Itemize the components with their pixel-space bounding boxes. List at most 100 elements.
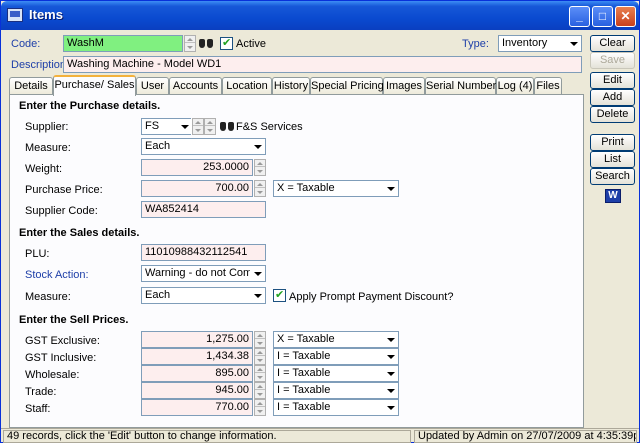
measure-label: Measure: [25, 142, 71, 154]
trade-tax-select[interactable]: I = Taxable [273, 382, 399, 399]
window-title: Items [29, 7, 63, 22]
staff-input[interactable]: 770.00 [141, 399, 253, 416]
trade-label: Trade: [25, 386, 57, 398]
chevron-down-icon [250, 266, 265, 281]
tab-purchase-sales[interactable]: Purchase/ Sales [53, 75, 136, 96]
tab-bar: Details Purchase/ Sales User Accounts Lo… [9, 75, 562, 96]
tab-history[interactable]: History [272, 77, 310, 95]
supplier-code-input[interactable]: WA852414 [141, 201, 266, 218]
chevron-down-icon [383, 366, 398, 381]
tab-accounts[interactable]: Accounts [169, 77, 222, 95]
tab-images[interactable]: Images [383, 77, 425, 95]
tab-special-pricing[interactable]: Special Pricing [310, 77, 384, 95]
chevron-down-icon [383, 400, 398, 415]
prompt-discount-checkbox[interactable] [273, 288, 286, 302]
gst-exclusive-tax-select[interactable]: X = Taxable [273, 331, 399, 348]
tab-location[interactable]: Location [222, 77, 272, 95]
supplier-name: F&S Services [236, 121, 303, 133]
weight-spinner[interactable] [254, 159, 266, 176]
supplier-code-label: Supplier Code: [25, 205, 98, 217]
measure-value: Each [145, 140, 171, 152]
gst-exclusive-label: GST Exclusive: [25, 335, 100, 347]
chevron-down-icon [566, 36, 581, 51]
list-button[interactable]: List [590, 151, 635, 168]
weight-input[interactable]: 253.0000 [141, 159, 253, 176]
minimize-icon[interactable]: _ [569, 6, 590, 27]
status-bar: 49 records, click the 'Edit' button to c… [1, 428, 639, 443]
purchase-tax-select[interactable]: X = Taxable [273, 180, 399, 197]
tab-details[interactable]: Details [9, 77, 53, 95]
plu-input[interactable]: 11010988432112541 [141, 244, 266, 261]
active-checkbox[interactable] [220, 36, 233, 50]
purchase-heading: Enter the Purchase details. [19, 100, 161, 112]
purchase-tax-value: X = Taxable [277, 182, 335, 194]
code-input[interactable]: WashM [63, 35, 183, 52]
sales-measure-value: Each [145, 289, 171, 301]
app-icon [7, 8, 23, 22]
maximize-icon[interactable]: □ [592, 6, 613, 27]
tab-serial-numbers[interactable]: Serial Numbers [425, 77, 502, 95]
purchase-price-label: Purchase Price: [25, 184, 103, 196]
description-input[interactable]: Washing Machine - Model WD1 [63, 56, 582, 73]
sell-heading: Enter the Sell Prices. [19, 314, 129, 326]
trade-tax: I = Taxable [277, 384, 331, 396]
supplier-spinner[interactable] [192, 118, 204, 135]
search-button[interactable]: Search [590, 168, 635, 185]
gst-exclusive-input[interactable]: 1,275.00 [141, 331, 253, 348]
gst-inclusive-label: GST Inclusive: [25, 352, 97, 364]
chevron-down-icon [250, 139, 265, 154]
gst-inclusive-tax-select[interactable]: I = Taxable [273, 348, 399, 365]
status-records: 49 records, click the 'Edit' button to c… [3, 430, 411, 443]
active-label: Active [236, 38, 266, 50]
staff-tax-select[interactable]: I = Taxable [273, 399, 399, 416]
tab-files[interactable]: Files [534, 77, 562, 95]
code-label: Code: [11, 38, 41, 50]
sales-measure-select[interactable]: Each [141, 287, 266, 304]
wholesale-input[interactable]: 895.00 [141, 365, 253, 382]
title-bar[interactable]: Items _ □ ✕ [1, 1, 639, 30]
sales-measure-label: Measure: [25, 291, 71, 303]
stock-action-label: Stock Action: [25, 269, 89, 281]
edit-button[interactable]: Edit [590, 72, 635, 89]
wholesale-tax-select[interactable]: I = Taxable [273, 365, 399, 382]
gst-inclusive-input[interactable]: 1,434.38 [141, 348, 253, 365]
type-select[interactable]: Inventory [498, 35, 582, 52]
word-export-icon[interactable]: W [605, 189, 621, 203]
trade-spinner[interactable] [254, 382, 266, 399]
chevron-down-icon [383, 332, 398, 347]
gst-exclusive-tax: X = Taxable [277, 333, 335, 345]
stock-action-value: Warning - do not Commit [145, 267, 266, 279]
wholesale-spinner[interactable] [254, 365, 266, 382]
print-button[interactable]: Print [590, 134, 635, 151]
chevron-down-icon[interactable] [177, 119, 192, 134]
type-value: Inventory [502, 37, 548, 49]
prompt-discount-label: Apply Prompt Payment Discount? [289, 291, 454, 303]
stock-action-select[interactable]: Warning - do not Commit [141, 265, 266, 282]
trade-input[interactable]: 945.00 [141, 382, 253, 399]
gst-exclusive-spinner[interactable] [254, 331, 266, 348]
staff-spinner[interactable] [254, 399, 266, 416]
supplier-spinner-2[interactable] [204, 118, 216, 135]
gst-inclusive-tax: I = Taxable [277, 350, 331, 362]
purchase-price-input[interactable]: 700.00 [141, 180, 253, 197]
items-window: Items _ □ ✕ Code: WashM Active Type: Inv… [0, 0, 640, 443]
close-icon[interactable]: ✕ [615, 6, 636, 27]
delete-button[interactable]: Delete [590, 106, 635, 123]
binoculars-icon[interactable] [198, 36, 214, 50]
gst-inclusive-spinner[interactable] [254, 348, 266, 365]
chevron-down-icon [383, 383, 398, 398]
clear-button[interactable]: Clear [590, 35, 635, 52]
status-updated: Updated by Admin on 27/07/2009 at 4:35:3… [414, 430, 637, 443]
chevron-down-icon [383, 181, 398, 196]
code-spinner[interactable] [184, 35, 196, 52]
chevron-down-icon [383, 349, 398, 364]
chevron-down-icon [250, 288, 265, 303]
tab-user[interactable]: User [136, 77, 169, 95]
save-button[interactable]: Save [590, 52, 635, 69]
purchase-price-spinner[interactable] [254, 180, 266, 197]
staff-tax: I = Taxable [277, 401, 331, 413]
add-button[interactable]: Add [590, 89, 635, 106]
tab-log[interactable]: Log (4) [496, 77, 534, 95]
binoculars-icon[interactable] [219, 119, 235, 133]
measure-select[interactable]: Each [141, 138, 266, 155]
